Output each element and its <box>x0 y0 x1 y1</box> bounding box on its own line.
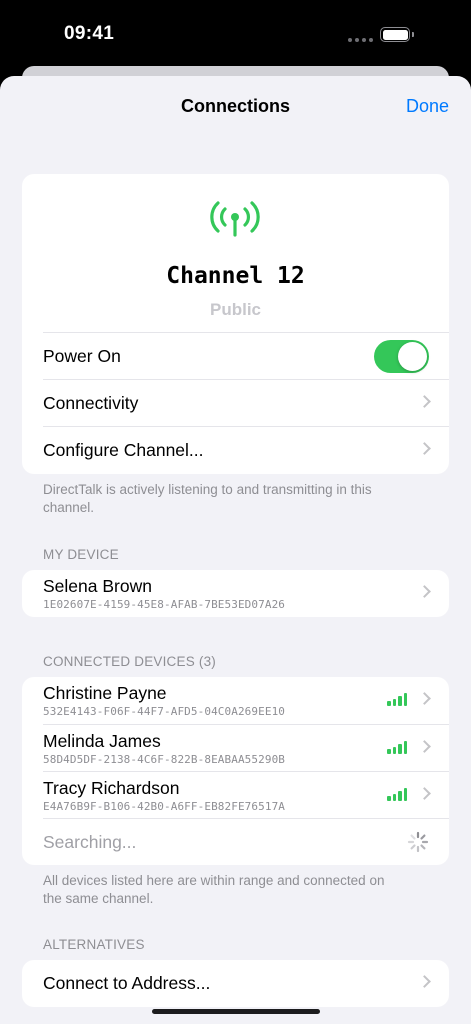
searching-label: Searching... <box>43 832 137 852</box>
device-id: 1E02607E-4159-45E8-AFAB-7BE53ED07A26 <box>43 598 286 611</box>
done-button[interactable]: Done <box>406 96 449 117</box>
connected-devices-card: Christine Payne 532E4143-F06F-44F7-AFD5-… <box>22 677 449 865</box>
device-name: Melinda James <box>43 731 161 751</box>
device-row[interactable]: Melinda James 58D4D5DF-2138-4C6F-822B-8E… <box>43 724 449 771</box>
connectivity-row[interactable]: Connectivity <box>43 379 449 426</box>
device-id: E4A76B9F-B106-42B0-A6FF-EB82FE76517A <box>43 800 286 813</box>
device-name: Christine Payne <box>43 683 167 703</box>
status-time: 09:41 <box>64 23 115 44</box>
device-id: 58D4D5DF-2138-4C6F-822B-8EABAA55290B <box>43 753 286 766</box>
chevron-right-icon <box>418 692 431 705</box>
signal-icon <box>387 693 407 706</box>
chevron-right-icon <box>418 975 431 988</box>
chevron-right-icon <box>418 585 431 598</box>
alternatives-card: Connect to Address... <box>22 960 449 1007</box>
cellular-signal-icon <box>348 38 373 42</box>
connected-devices-footer: All devices listed here are within range… <box>43 873 385 906</box>
device-row[interactable]: Christine Payne 532E4143-F06F-44F7-AFD5-… <box>43 677 449 724</box>
my-device-row[interactable]: Selena Brown 1E02607E-4159-45E8-AFAB-7BE… <box>43 570 449 617</box>
chevron-right-icon <box>418 442 431 455</box>
channel-type: Public <box>209 300 261 319</box>
power-label: Power On <box>43 346 121 366</box>
configure-channel-row[interactable]: Configure Channel... <box>43 426 449 473</box>
power-row: Power On <box>43 332 449 379</box>
home-indicator[interactable] <box>152 1009 320 1014</box>
connect-to-address-row[interactable]: Connect to Address... <box>43 960 449 1007</box>
my-device-header: MY DEVICE <box>43 547 119 562</box>
device-name: Selena Brown <box>43 576 152 596</box>
page-title: Connections <box>180 96 290 116</box>
activity-spinner-icon <box>407 831 429 853</box>
signal-icon <box>387 741 407 754</box>
channel-name: Channel 12 <box>166 263 305 289</box>
connections-sheet: Connections Done Channel 12 Public Power… <box>0 76 471 1024</box>
chevron-right-icon <box>418 395 431 408</box>
device-name: Tracy Richardson <box>43 778 180 798</box>
status-bar: 09:41 <box>0 0 471 66</box>
battery-cap <box>412 32 414 37</box>
chevron-right-icon <box>418 787 431 800</box>
battery-icon <box>380 27 410 42</box>
signal-icon <box>387 788 407 801</box>
alternatives-header: ALTERNATIVES <box>43 937 145 952</box>
device-id: 532E4143-F06F-44F7-AFD5-04C0A269EE10 <box>43 705 286 718</box>
connected-devices-header: CONNECTED DEVICES (3) <box>43 654 216 669</box>
device-row[interactable]: Tracy Richardson E4A76B9F-B106-42B0-A6FF… <box>43 771 449 818</box>
connect-to-address-label: Connect to Address... <box>43 973 211 993</box>
configure-channel-label: Configure Channel... <box>43 440 204 460</box>
my-device-card: Selena Brown 1E02607E-4159-45E8-AFAB-7BE… <box>22 570 449 617</box>
connectivity-label: Connectivity <box>43 393 139 413</box>
searching-row: Searching... <box>43 818 449 865</box>
antenna-icon <box>210 201 260 237</box>
power-toggle[interactable] <box>374 340 429 373</box>
chevron-right-icon <box>418 740 431 753</box>
channel-card: Channel 12 Public Power On Connectivity … <box>22 174 449 474</box>
channel-footer: DirectTalk is actively listening to and … <box>43 482 372 515</box>
